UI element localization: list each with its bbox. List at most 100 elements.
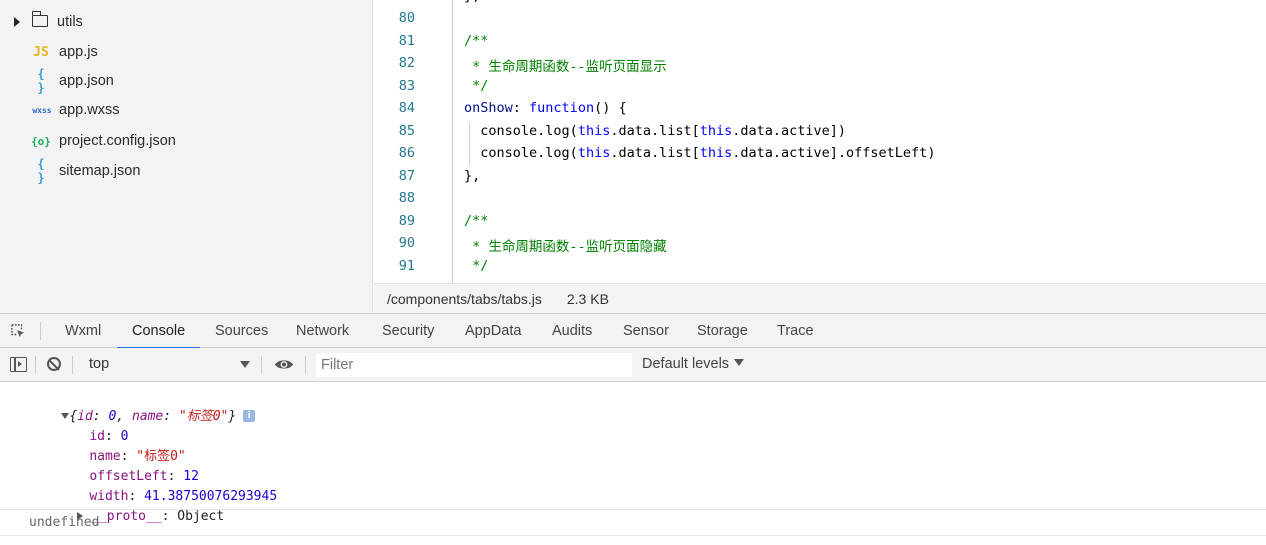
json-file-icon: { } [37, 157, 45, 185]
log-levels-label: Default levels [642, 356, 730, 372]
toolbar-divider [40, 322, 41, 340]
preview-key: name [131, 409, 164, 424]
tree-item-label: project.config.json [59, 133, 176, 149]
object-property: offsetLeft: 12 [89, 469, 199, 484]
code-line: 89 /** [374, 213, 1266, 235]
caret-down-icon [240, 361, 250, 368]
code-text: console.log(this.data.list[this.data.act… [464, 123, 846, 139]
line-number: 80 [398, 10, 415, 26]
toolbar-divider [72, 356, 73, 374]
line-number: 88 [398, 190, 415, 206]
object-property: name: "标签0" [89, 449, 186, 464]
tree-item-utils[interactable]: utils [0, 9, 372, 35]
line-number: 87 [398, 168, 415, 184]
tree-item-project-config[interactable]: {o} project.config.json [0, 128, 372, 154]
tree-item-app-wxss[interactable]: wxss app.wxss [0, 97, 372, 123]
line-number: 84 [398, 100, 415, 116]
tree-item-app-js[interactable]: JS app.js [0, 39, 372, 65]
tab-wxml[interactable]: Wxml [65, 314, 101, 348]
code-editor[interactable]: 79 }, 80 81 /** 82 * 生命周期函数--监听页面显示 83 *… [374, 0, 1266, 283]
file-tree: utils JS app.js { } app.json wxss app.wx… [0, 0, 373, 313]
line-number: 90 [398, 235, 415, 251]
code-line: 82 * 生命周期函数--监听页面显示 [374, 55, 1266, 77]
object-proto[interactable]: __proto__: Object [46, 487, 224, 524]
console-divider [0, 509, 1266, 510]
file-size: 2.3 KB [566, 290, 609, 307]
console-return-value: undefined [29, 515, 100, 530]
code-call: console.log( [480, 123, 578, 139]
line-number: 82 [398, 55, 415, 71]
code-comment: * 生命周期函数--监听页面隐藏 [464, 239, 667, 255]
tree-item-label: utils [57, 14, 83, 30]
tree-item-app-json[interactable]: { } app.json [0, 67, 372, 95]
code-line: 87 }, [374, 168, 1266, 190]
tab-storage[interactable]: Storage [697, 314, 748, 348]
code-comment: /** [464, 33, 489, 49]
code-line: 81 /** [374, 33, 1266, 55]
code-line: 83 */ [374, 78, 1266, 100]
brace: } [228, 409, 237, 424]
toolbar-divider [305, 356, 306, 374]
log-levels-dropdown[interactable]: Default levels [642, 348, 745, 381]
code-member: .data.list[ [610, 145, 700, 161]
tab-sensor[interactable]: Sensor [623, 314, 669, 348]
code-comment: */ [464, 258, 489, 274]
sidebar-toggle-icon[interactable] [10, 357, 27, 372]
json-file-icon: { } [37, 67, 45, 95]
wxss-file-icon: wxss [32, 105, 52, 115]
tab-appdata[interactable]: AppData [465, 314, 521, 348]
code-member: .data.active]) [732, 123, 847, 139]
code-keyword: this [699, 123, 733, 139]
line-number: 91 [398, 258, 415, 274]
info-icon[interactable]: i [243, 409, 256, 422]
tab-sources[interactable]: Sources [215, 314, 268, 348]
context-value: top [89, 356, 110, 372]
tree-item-label: sitemap.json [59, 163, 141, 179]
inspect-element-icon[interactable] [11, 324, 25, 338]
config-file-icon: {o} [31, 134, 51, 148]
line-number: 81 [398, 33, 415, 49]
chevron-right-icon[interactable] [14, 17, 20, 27]
line-number: 89 [398, 213, 415, 229]
tab-security[interactable]: Security [382, 314, 434, 348]
code-keyword: this [699, 145, 733, 161]
code-line: 84 onShow: function() { [374, 100, 1266, 122]
object-property: width: 41.38750076293945 [89, 489, 278, 504]
code-line: 91 */ [374, 258, 1266, 280]
code-text: onShow: function() { [464, 100, 627, 116]
preview-value: "标签0" [178, 409, 229, 424]
code-call: console.log( [480, 145, 578, 161]
console-output: {id: 0, name: "标签0"} i id: 0 name: "标签0" … [0, 382, 1266, 545]
caret-down-icon [734, 358, 745, 366]
tab-network[interactable]: Network [296, 314, 349, 348]
code-punct: () { [594, 100, 627, 116]
line-number: 85 [398, 123, 415, 139]
ide-top-area: utils JS app.js { } app.json wxss app.wx… [0, 0, 1266, 313]
line-number: 79 [374, 0, 415, 4]
code-line: 86 console.log(this.data.list[this.data.… [374, 145, 1266, 167]
filter-input[interactable] [316, 353, 632, 377]
console-object-summary[interactable]: {id: 0, name: "标签0"} i [30, 387, 256, 424]
tree-item-sitemap-json[interactable]: { } sitemap.json [0, 157, 372, 185]
tree-item-label: app.js [59, 44, 98, 60]
editor-status-bar: /components/tabs/tabs.js 2.3 KB [374, 283, 1266, 313]
toolbar-divider [261, 356, 262, 374]
tab-trace[interactable]: Trace [777, 314, 814, 348]
code-line: 88 [374, 190, 1266, 212]
code-identifier: onShow [464, 100, 513, 116]
code-line: 85 console.log(this.data.list[this.data.… [374, 123, 1266, 145]
code-punct: : [512, 100, 530, 116]
folder-icon [31, 11, 48, 27]
tab-console[interactable]: Console [116, 314, 201, 349]
line-number: 83 [398, 78, 415, 94]
clear-console-icon[interactable] [47, 357, 61, 371]
eye-icon[interactable] [274, 358, 294, 371]
context-selector[interactable]: top [80, 354, 252, 376]
js-file-icon: JS [33, 44, 49, 60]
code-line: 79 }, [374, 0, 1266, 10]
tree-item-label: app.wxss [59, 102, 120, 118]
tab-audits[interactable]: Audits [552, 314, 592, 348]
code-line: 80 [374, 10, 1266, 32]
